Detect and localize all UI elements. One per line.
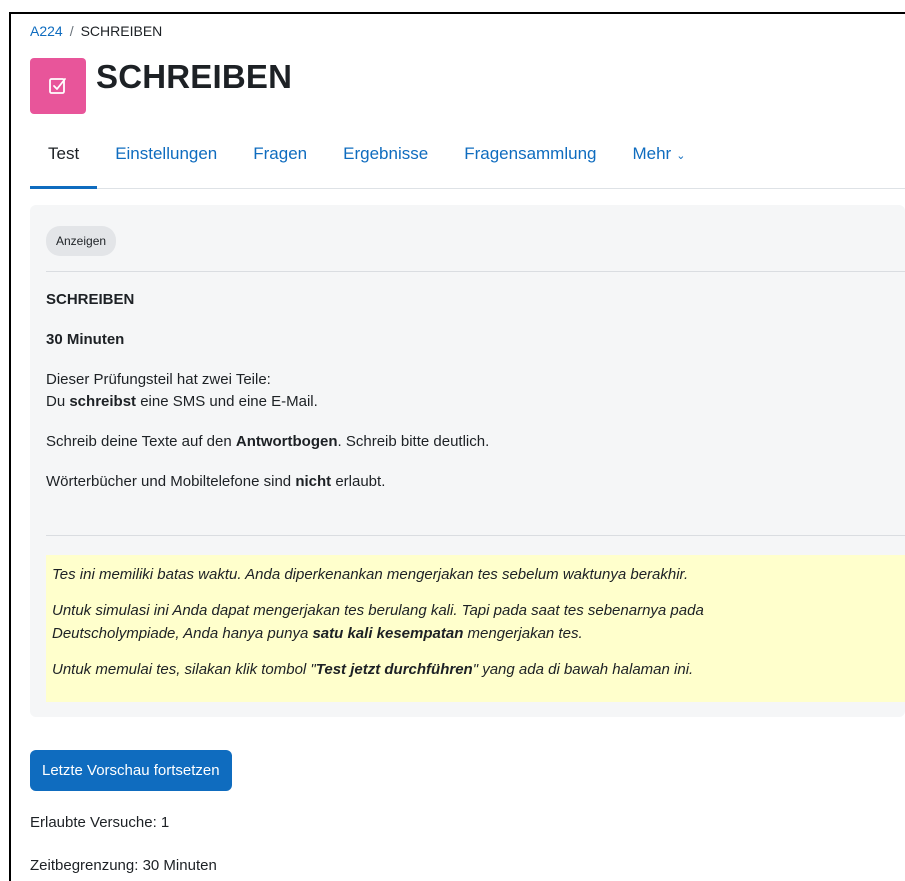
view-badge: Anzeigen [46, 226, 117, 256]
notice-text: mengerjakan tes. [463, 625, 583, 642]
description-paragraph: Dieser Prüfungsteil hat zwei Teile: Du s… [46, 369, 489, 413]
chevron-down-icon: ⌄ [676, 150, 686, 162]
notice-box: Tes ini memiliki batas waktu. Anda diper… [46, 555, 905, 702]
description-bold: Antwortbogen [235, 433, 338, 450]
notice-paragraph: Untuk simulasi ini Anda dapat mengerjaka… [52, 599, 899, 645]
description-bold: schreibst [69, 393, 137, 410]
notice-bold: satu kali kesempatan [312, 625, 464, 642]
frame-top-border [9, 12, 905, 14]
description-duration: 30 Minuten [46, 331, 125, 348]
description-paragraph: Wörterbücher und Mobiltelefone sind nich… [46, 471, 489, 493]
description-text: Dieser Prüfungsteil hat zwei Teile: [46, 371, 271, 388]
description-heading: SCHREIBEN [46, 291, 135, 308]
divider [46, 271, 905, 272]
attempts-allowed: Erlaubte Versuche: 1 [30, 814, 170, 831]
frame-left-border [9, 12, 11, 881]
continue-preview-button[interactable]: Letzte Vorschau fortsetzen [30, 750, 232, 791]
tab-mehr-label: Mehr [632, 144, 672, 163]
breadcrumb-course-link[interactable]: A224 [30, 23, 63, 39]
description-text: Du [46, 393, 70, 410]
description-text: Wörterbücher und Mobiltelefone sind [46, 473, 296, 490]
breadcrumb: A224 / SCHREIBEN [30, 23, 162, 39]
tab-test[interactable]: Test [30, 138, 98, 189]
description-text: eine SMS und eine E-Mail. [136, 393, 318, 410]
tab-mehr[interactable]: Mehr ⌄ [614, 138, 703, 188]
notice-text: Deutscholympiade, Anda hanya punya [52, 625, 313, 642]
description-text: erlaubt. [331, 473, 386, 490]
notice-text: " yang ada di bawah halaman ini. [472, 661, 694, 678]
quiz-info-card: Anzeigen SCHREIBEN 30 Minuten Dieser Prü… [30, 205, 905, 717]
secondary-navigation: Test Einstellungen Fragen Ergebnisse Fra… [30, 138, 905, 189]
page-title: SCHREIBEN [96, 58, 293, 95]
notice-bold: Test jetzt durchführen [315, 661, 473, 678]
tab-einstellungen[interactable]: Einstellungen [97, 138, 235, 188]
tab-ergebnisse[interactable]: Ergebnisse [325, 138, 446, 188]
notice-text: Untuk simulasi ini Anda dapat mengerjaka… [52, 602, 704, 619]
tab-fragensammlung[interactable]: Fragensammlung [446, 138, 614, 188]
breadcrumb-current: SCHREIBEN [80, 23, 163, 39]
quiz-description: SCHREIBEN 30 Minuten Dieser Prüfungsteil… [46, 289, 489, 511]
notice-text: Tes ini memiliki batas waktu. Anda diper… [52, 566, 689, 583]
notice-paragraph: Untuk memulai tes, silakan klik tombol "… [52, 658, 899, 681]
description-text: Schreib deine Texte auf den [46, 433, 236, 450]
time-limit: Zeitbegrenzung: 30 Minuten [30, 857, 217, 874]
quiz-checkbox-icon [30, 58, 86, 114]
breadcrumb-separator: / [69, 23, 74, 39]
description-paragraph: Schreib deine Texte auf den Antwortbogen… [46, 431, 489, 453]
notice-text: Untuk memulai tes, silakan klik tombol " [52, 661, 316, 678]
description-bold: nicht [295, 473, 332, 490]
description-text: . Schreib bitte deutlich. [337, 433, 490, 450]
divider [46, 535, 905, 536]
tab-fragen[interactable]: Fragen [235, 138, 325, 188]
